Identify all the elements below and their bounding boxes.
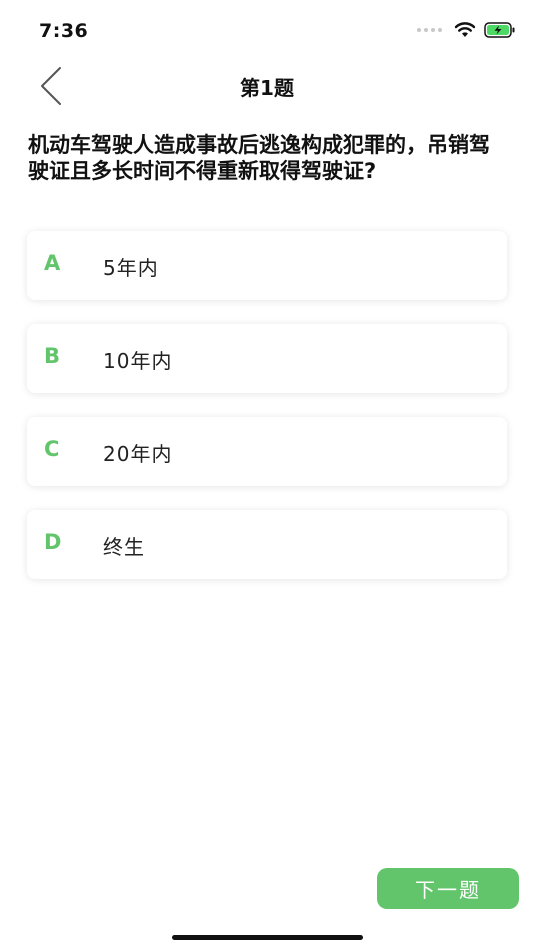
home-indicator[interactable] [172, 935, 363, 940]
option-a[interactable]: A 5年内 [27, 231, 507, 300]
option-letter: A [44, 251, 61, 275]
option-b[interactable]: B 10年内 [27, 324, 507, 393]
option-letter: B [44, 344, 61, 368]
page-title: 第1题 [240, 76, 294, 100]
option-letter: D [44, 530, 62, 554]
status-bar: 7:36 [0, 0, 534, 56]
option-c[interactable]: C 20年内 [27, 417, 507, 486]
battery-charging-icon [484, 22, 515, 38]
option-text: 10年内 [103, 349, 173, 373]
option-d[interactable]: D 终生 [27, 510, 507, 579]
status-time: 7:36 [39, 20, 89, 42]
option-text: 5年内 [103, 256, 159, 280]
option-text: 20年内 [103, 442, 173, 466]
signal-dots-icon [417, 28, 442, 32]
question-text: 机动车驾驶人造成事故后逃逸构成犯罪的，吊销驾驶证且多长时间不得重新取得驾驶证? [28, 133, 490, 183]
option-letter: C [44, 437, 60, 461]
status-icons [417, 22, 516, 38]
nav-bar: 第1题 [0, 56, 534, 116]
options-list: A 5年内 B 10年内 C 20年内 D 终生 [27, 231, 507, 603]
next-question-button[interactable]: 下一题 [377, 868, 519, 909]
wifi-icon [454, 22, 476, 37]
option-text: 终生 [103, 535, 145, 559]
